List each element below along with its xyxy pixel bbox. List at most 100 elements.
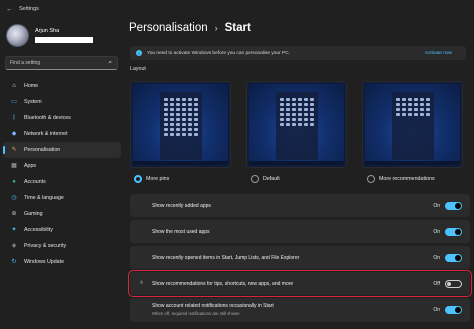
sidebar-item-time-language[interactable]: ◷ Time & language: [3, 190, 121, 206]
layout-radio-more-pins[interactable]: More pins: [134, 175, 169, 183]
sidebar-item-gaming[interactable]: ⊕ Gaming: [3, 206, 121, 222]
pin-tile: [310, 98, 314, 101]
pin-tile: [426, 98, 430, 101]
search-icon[interactable]: ⌕: [108, 59, 112, 67]
toggle-switch[interactable]: [445, 253, 462, 262]
pin-tile: [402, 108, 406, 111]
pin-tile: [420, 103, 424, 106]
sidebar-item-label: Windows Update: [24, 259, 65, 265]
radio-button[interactable]: [134, 175, 142, 183]
pin-tile: [188, 103, 192, 106]
pin-tile: [194, 123, 198, 126]
sidebar-item-label: Home: [24, 83, 39, 89]
pin-tile: [414, 103, 418, 106]
pin-tile: [402, 113, 406, 116]
pin-tile: [280, 123, 284, 126]
layout-radio-more-recommendations[interactable]: More recommendations: [367, 175, 435, 183]
pin-tile: [188, 133, 192, 136]
settings-list: Show recently added apps On Show the most …: [128, 194, 472, 325]
brush-icon: ✎: [11, 147, 17, 153]
pin-tile: [194, 118, 198, 121]
sidebar-nav: ⌂ Home ▭ System ᛒ Bluetooth & devices ◆ Network…: [3, 78, 121, 270]
sidebar-item-apps[interactable]: ▦ Apps: [3, 158, 121, 174]
layout-radio-default[interactable]: Default: [251, 175, 280, 183]
sidebar-item-network-internet[interactable]: ◆ Network & internet: [3, 126, 121, 142]
sidebar-item-home[interactable]: ⌂ Home: [3, 78, 121, 94]
pin-tile: [298, 108, 302, 111]
setting-row[interactable]: Show recently added apps On: [130, 194, 470, 217]
sidebar-item-label: Accessibility: [24, 227, 53, 233]
toggle-switch[interactable]: [445, 201, 462, 210]
pin-tile: [182, 118, 186, 121]
toggle-switch[interactable]: [445, 279, 462, 288]
layout-preview-more-pins[interactable]: [130, 81, 231, 168]
pin-tile: [182, 123, 186, 126]
pin-tile: [188, 113, 192, 116]
accessibility-icon: ✦: [11, 227, 17, 233]
sidebar-item-windows-update[interactable]: ↻ Windows Update: [3, 254, 121, 270]
pin-tile: [182, 103, 186, 106]
sidebar-item-privacy-security[interactable]: ◈ Privacy & security: [3, 238, 121, 254]
pin-tile: [420, 108, 424, 111]
pin-tile: [304, 118, 308, 121]
layout-preview-default[interactable]: [246, 81, 347, 168]
activate-now-link[interactable]: Activate now: [425, 51, 452, 56]
sidebar-item-system[interactable]: ▭ System: [3, 94, 121, 110]
sidebar-item-label: Accounts: [24, 179, 46, 185]
pin-tile: [414, 98, 418, 101]
pin-tile: [298, 113, 302, 116]
sidebar: Arjun Sha Find a setting ⌕ ⌂ Home ▭ System ᛒ…: [0, 18, 124, 329]
user-profile[interactable]: Arjun Sha: [6, 24, 124, 54]
toggle-switch[interactable]: [445, 306, 462, 314]
pin-tile: [286, 108, 290, 111]
pin-tile: [292, 108, 296, 111]
pin-tile: [280, 118, 284, 121]
bluetooth-icon: ᛒ: [12, 115, 16, 121]
sidebar-item-label: Personalisation: [24, 147, 61, 153]
back-arrow-icon[interactable]: ←: [6, 6, 13, 13]
toggle-state-label: On: [433, 307, 440, 313]
pin-tile: [188, 118, 192, 121]
shield-icon: ◈: [11, 243, 17, 249]
pin-tile: [298, 103, 302, 106]
pin-tile: [286, 123, 290, 126]
setting-subtext: When off, required notifications are sti…: [152, 311, 240, 316]
layout-preview-more-recommendations[interactable]: [362, 81, 463, 168]
pin-tile: [170, 128, 174, 131]
pin-tile: [176, 128, 180, 131]
pin-tile: [188, 108, 192, 111]
sidebar-item-label: Network & internet: [24, 131, 68, 137]
sidebar-item-label: System: [24, 99, 42, 105]
pin-tile: [170, 108, 174, 111]
title-bar: ← Settings: [0, 0, 474, 18]
search-input[interactable]: Find a setting ⌕: [5, 56, 118, 70]
radio-label: Default: [263, 176, 280, 182]
sidebar-item-bluetooth-devices[interactable]: ᛒ Bluetooth & devices: [3, 110, 121, 126]
setting-row[interactable]: Show the most used apps On: [130, 220, 470, 243]
pin-tile: [304, 123, 308, 126]
layout-section-label: Layout: [130, 66, 146, 72]
sidebar-item-personalisation[interactable]: ✎ Personalisation: [3, 142, 121, 158]
radio-button[interactable]: [251, 175, 259, 183]
breadcrumb-parent[interactable]: Personalisation: [129, 22, 208, 34]
sidebar-item-label: Apps: [24, 163, 37, 169]
setting-row[interactable]: Show recently opened items in Start, Jum…: [130, 246, 470, 269]
pin-tile: [310, 103, 314, 106]
pin-tile: [402, 103, 406, 106]
setting-row[interactable]: ♁ Show recommendations for tips, shortcut…: [128, 270, 472, 297]
sidebar-item-accounts[interactable]: ● Accounts: [3, 174, 121, 190]
breadcrumb: Personalisation › Start: [129, 22, 251, 34]
toggle-switch[interactable]: [445, 227, 462, 236]
pin-tile: [170, 98, 174, 101]
sidebar-item-accessibility[interactable]: ✦ Accessibility: [3, 222, 121, 238]
pin-tile: [194, 113, 198, 116]
pin-tile: [170, 118, 174, 121]
pin-tile: [194, 133, 198, 136]
radio-button[interactable]: [367, 175, 375, 183]
pin-tile: [194, 98, 198, 101]
setting-row[interactable]: Show account related notifications occas…: [130, 298, 470, 322]
pin-tile: [194, 128, 198, 131]
pin-tile: [408, 113, 412, 116]
taskbar-preview: [249, 161, 344, 165]
gamepad-icon: ⊕: [11, 211, 17, 217]
